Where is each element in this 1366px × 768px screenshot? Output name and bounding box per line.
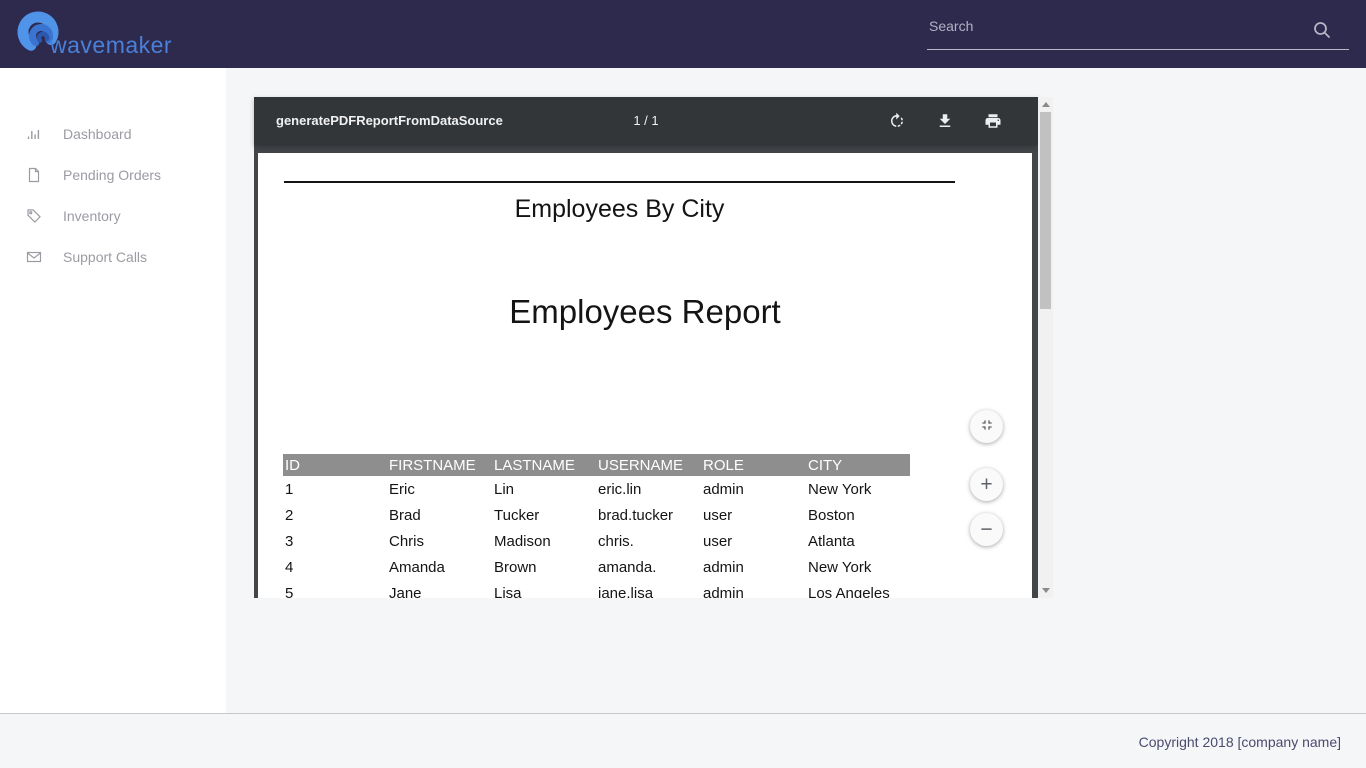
cell-username: jane.lisa — [596, 580, 701, 598]
zoom-in-button[interactable]: + — [970, 468, 1003, 501]
cell-id: 4 — [283, 554, 387, 580]
cell-firstname: Chris — [387, 528, 492, 554]
cell-city: Atlanta — [806, 528, 910, 554]
cell-username: amanda. — [596, 554, 701, 580]
rotate-icon[interactable] — [888, 112, 906, 130]
document-icon — [26, 167, 42, 183]
cell-city: Los Angeles — [806, 580, 910, 598]
search-field — [927, 12, 1349, 50]
cell-username: chris. — [596, 528, 701, 554]
column-header: FIRSTNAME — [387, 454, 492, 476]
main-content: 1 / 1 generatePDFReportFromDataSource — [226, 68, 1366, 713]
cell-role: admin — [701, 580, 806, 598]
sidebar-item-label: Dashboard — [63, 126, 132, 142]
cell-city: Boston — [806, 502, 910, 528]
pdf-viewer: 1 / 1 generatePDFReportFromDataSource — [254, 97, 1053, 598]
table-row: 3 Chris Madison chris. user Atlanta — [283, 528, 910, 554]
document-divider — [284, 181, 955, 183]
cell-role: user — [701, 528, 806, 554]
cell-lastname: Lin — [492, 476, 596, 502]
viewer-scrollbar[interactable] — [1038, 97, 1053, 598]
table-header-row: ID FIRSTNAME LASTNAME USERNAME ROLE CITY — [283, 454, 910, 476]
scroll-down-icon[interactable] — [1038, 583, 1053, 598]
column-header: ID — [283, 454, 387, 476]
sidebar-item-label: Inventory — [63, 208, 121, 224]
download-icon[interactable] — [936, 112, 954, 130]
table-row: 1 Eric Lin eric.lin admin New York — [283, 476, 910, 502]
cell-lastname: Tucker — [492, 502, 596, 528]
cell-lastname: Brown — [492, 554, 596, 580]
cell-id: 5 — [283, 580, 387, 598]
minus-icon: − — [980, 519, 992, 540]
cell-city: New York — [806, 476, 910, 502]
cell-username: brad.tucker — [596, 502, 701, 528]
print-icon[interactable] — [984, 112, 1002, 130]
cell-firstname: Brad — [387, 502, 492, 528]
sidebar-item-support-calls[interactable]: Support Calls — [0, 236, 226, 277]
search-icon[interactable] — [1311, 19, 1333, 41]
pdf-page: Employees By City Employees Report ID FI… — [258, 153, 1032, 598]
app-logo: wavemaker — [14, 9, 172, 62]
fit-page-button[interactable] — [970, 410, 1003, 443]
zoom-out-button[interactable]: − — [970, 513, 1003, 546]
document-report-title: Employees Report — [258, 293, 1032, 331]
page-footer: Copyright 2018 [company name] — [0, 713, 1366, 768]
brand-name: wavemaker — [50, 32, 172, 59]
column-header: ROLE — [701, 454, 806, 476]
cell-lastname: Madison — [492, 528, 596, 554]
table-row: 5 Jane Lisa jane.lisa admin Los Angeles — [283, 580, 910, 598]
cell-id: 3 — [283, 528, 387, 554]
table-row: 2 Brad Tucker brad.tucker user Boston — [283, 502, 910, 528]
tag-icon — [26, 208, 42, 224]
cell-city: New York — [806, 554, 910, 580]
sidebar-item-pending-orders[interactable]: Pending Orders — [0, 154, 226, 195]
document-section-title: Employees By City — [284, 195, 955, 224]
search-input[interactable] — [929, 18, 1299, 34]
fit-page-icon — [979, 416, 995, 437]
sidebar-nav: Dashboard Pending Orders Inventory Suppo… — [0, 68, 226, 713]
sidebar-item-dashboard[interactable]: Dashboard — [0, 113, 226, 154]
cell-firstname: Amanda — [387, 554, 492, 580]
cell-firstname: Eric — [387, 476, 492, 502]
cell-firstname: Jane — [387, 580, 492, 598]
copyright-text: Copyright 2018 [company name] — [1139, 734, 1341, 750]
bar-chart-icon — [26, 126, 42, 142]
cell-id: 1 — [283, 476, 387, 502]
scroll-up-icon[interactable] — [1038, 97, 1053, 112]
cell-role: admin — [701, 476, 806, 502]
pdf-toolbar: 1 / 1 generatePDFReportFromDataSource — [254, 97, 1038, 145]
column-header: CITY — [806, 454, 910, 476]
employees-table: ID FIRSTNAME LASTNAME USERNAME ROLE CITY… — [283, 454, 910, 598]
app-header: wavemaker — [0, 0, 1366, 68]
cell-id: 2 — [283, 502, 387, 528]
sidebar-item-label: Pending Orders — [63, 167, 161, 183]
cell-role: user — [701, 502, 806, 528]
cell-lastname: Lisa — [492, 580, 596, 598]
plus-icon: + — [980, 474, 992, 495]
table-row: 4 Amanda Brown amanda. admin New York — [283, 554, 910, 580]
cell-username: eric.lin — [596, 476, 701, 502]
cell-role: admin — [701, 554, 806, 580]
pdf-title: generatePDFReportFromDataSource — [276, 97, 503, 145]
scrollbar-thumb[interactable] — [1040, 112, 1051, 309]
mail-icon — [26, 249, 42, 265]
sidebar-item-label: Support Calls — [63, 249, 147, 265]
sidebar-item-inventory[interactable]: Inventory — [0, 195, 226, 236]
column-header: LASTNAME — [492, 454, 596, 476]
pdf-toolbar-actions — [888, 112, 1002, 130]
column-header: USERNAME — [596, 454, 701, 476]
